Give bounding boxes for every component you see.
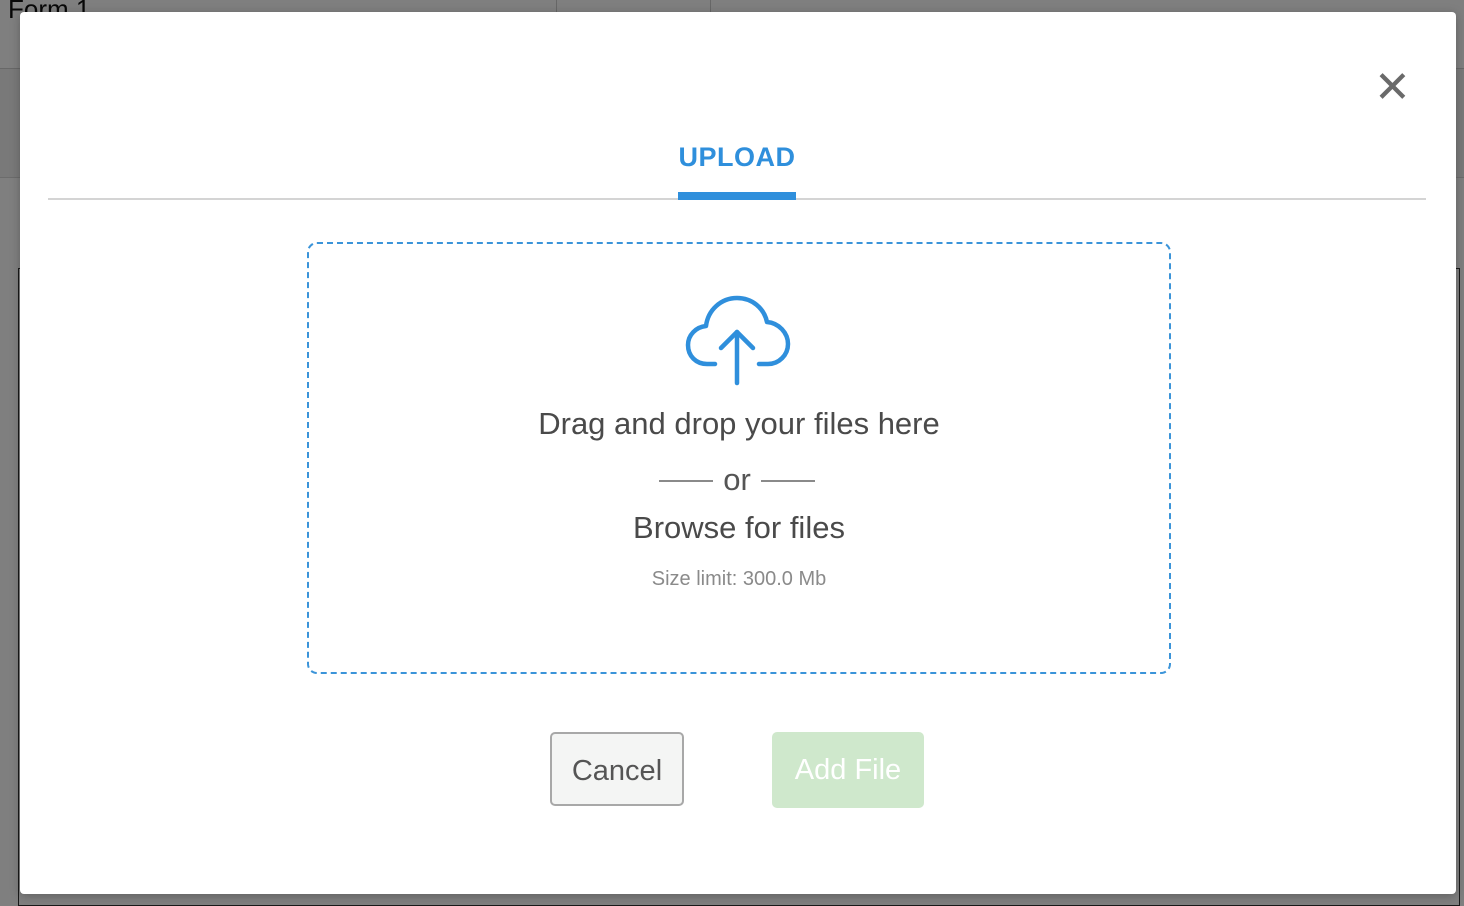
or-line-right [761,480,815,482]
tab-upload[interactable]: UPLOAD [678,140,796,200]
add-file-button[interactable]: Add File [772,732,924,808]
drag-drop-text: Drag and drop your files here [538,406,940,441]
browse-files-link[interactable]: Browse for files [309,510,1169,546]
file-dropzone[interactable]: Drag and drop your files here or Browse … [307,242,1171,674]
close-icon[interactable]: ✕ [1374,66,1411,110]
or-text: or [723,462,751,497]
upload-dialog: ✕ UPLOAD Drag and drop your files here o… [20,12,1456,894]
active-tab-indicator [678,192,796,200]
or-line-left [659,480,713,482]
or-divider: or [309,462,1169,498]
cancel-button[interactable]: Cancel [550,732,684,806]
tab-upload-label: UPLOAD [678,142,796,172]
cloud-upload-icon [685,295,791,386]
size-limit-text: Size limit: 300.0 Mb [651,568,827,590]
